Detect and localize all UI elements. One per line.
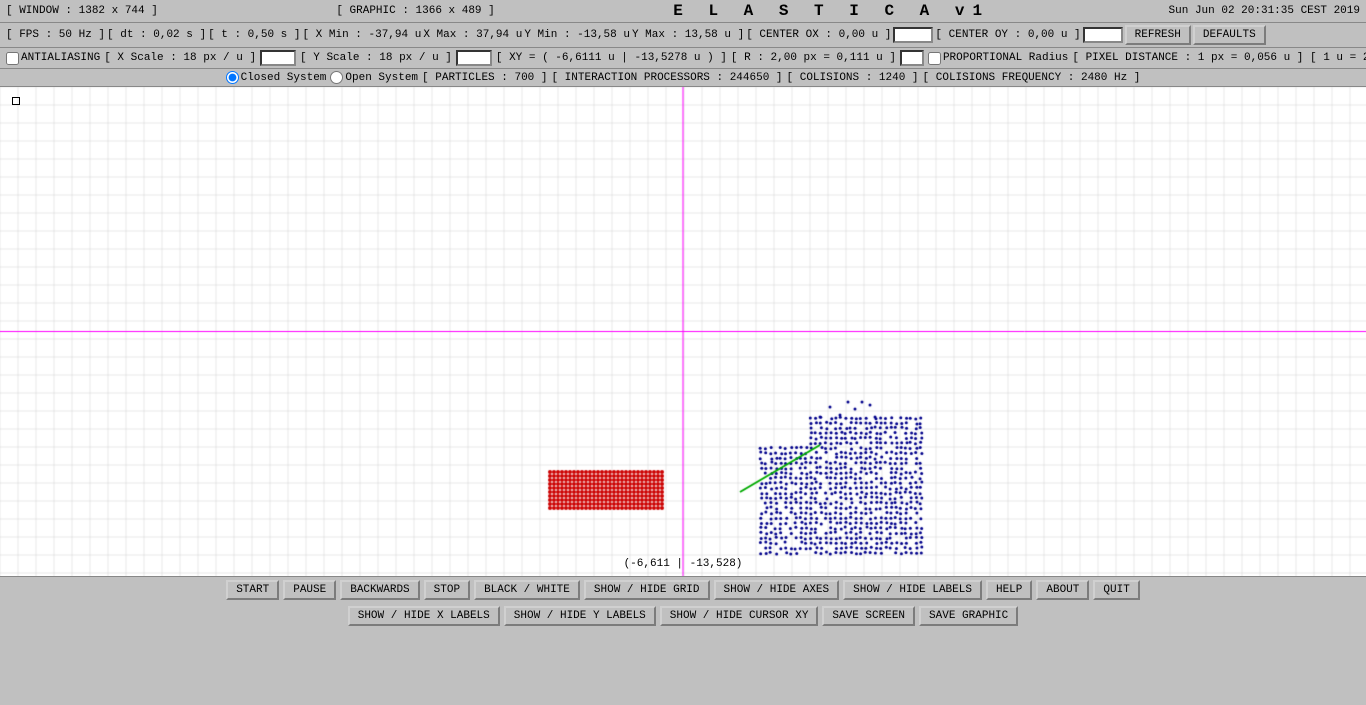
corner-indicator	[12, 97, 20, 105]
show-hide-cursor-xy-button[interactable]: SHOW / HIDE CURSOR XY	[660, 606, 819, 626]
center-oy-label: [ CENTER OY : 0,00 u ]	[935, 29, 1080, 41]
yscale-input[interactable]: 40	[456, 50, 492, 66]
datetime: Sun Jun 02 20:31:35 CEST 2019	[1169, 5, 1360, 17]
center-oy-input[interactable]	[1083, 27, 1123, 43]
show-hide-labels-button[interactable]: SHOW / HIDE LABELS	[843, 580, 982, 600]
ymax-label: Y Max : 13,58 u ]	[632, 29, 744, 41]
backwards-button[interactable]: BACKWARDS	[340, 580, 419, 600]
bottom-bar-1: START PAUSE BACKWARDS STOP BLACK / WHITE…	[0, 576, 1366, 603]
collisions-label: [ COLISIONS : 1240 ]	[787, 72, 919, 84]
top-bar: [ WINDOW : 1382 x 744 ] [ GRAPHIC : 1366…	[0, 0, 1366, 23]
simulation-area: (-6,611 | -13,528)	[0, 87, 1366, 576]
fps-label: [ FPS : 50 Hz ]	[6, 29, 105, 41]
xmax-label: X Max : 37,94 u	[423, 29, 522, 41]
black-white-button[interactable]: BLACK / WHITE	[474, 580, 580, 600]
xscale-input[interactable]: 40	[260, 50, 296, 66]
refresh-button[interactable]: REFRESH	[1125, 25, 1191, 45]
stats-bar: [ FPS : 50 Hz ] [ dt : 0,02 s ] [ t : 0,…	[0, 23, 1366, 48]
show-hide-y-labels-button[interactable]: SHOW / HIDE Y LABELS	[504, 606, 656, 626]
antialiasing-label[interactable]: ANTIALIASING	[6, 52, 100, 65]
stop-button[interactable]: STOP	[424, 580, 470, 600]
xy-label: [ XY = ( -6,6111 u | -13,5278 u ) ]	[496, 52, 727, 64]
closed-system-radio[interactable]	[226, 71, 239, 84]
start-button[interactable]: START	[226, 580, 279, 600]
show-hide-x-labels-button[interactable]: SHOW / HIDE X LABELS	[348, 606, 500, 626]
proportional-label[interactable]: PROPORTIONAL Radius	[928, 52, 1068, 65]
save-screen-button[interactable]: SAVE SCREEN	[822, 606, 915, 626]
r-input[interactable]: 2	[900, 50, 924, 66]
proportional-checkbox[interactable]	[928, 52, 941, 65]
app-title: E L A S T I C A v1	[673, 2, 990, 20]
help-button[interactable]: HELP	[986, 580, 1032, 600]
cursor-label: (-6,611 | -13,528)	[624, 558, 743, 570]
interaction-processors-label: [ INTERACTION PROCESSORS : 244650 ]	[551, 72, 782, 84]
pixel-dist-label: [ PIXEL DISTANCE : 1 px = 0,056 u ] [ 1 …	[1072, 52, 1366, 64]
window-info: [ WINDOW : 1382 x 744 ]	[6, 5, 158, 17]
quit-button[interactable]: QUIT	[1093, 580, 1139, 600]
center-ox-label: [ CENTER OX : 0,00 u ]	[746, 29, 891, 41]
antialiasing-checkbox[interactable]	[6, 52, 19, 65]
show-hide-axes-button[interactable]: SHOW / HIDE AXES	[714, 580, 840, 600]
t-label: [ t : 0,50 s ]	[208, 29, 300, 41]
save-graphic-button[interactable]: SAVE GRAPHIC	[919, 606, 1018, 626]
collisions-freq-label: [ COLISIONS FREQUENCY : 2480 Hz ]	[923, 72, 1141, 84]
bottom-bar-2: SHOW / HIDE X LABELS SHOW / HIDE Y LABEL…	[0, 603, 1366, 629]
closed-system-label[interactable]: Closed System	[226, 71, 327, 84]
particles-label: [ PARTICLES : 700 ]	[422, 72, 547, 84]
xscale-label: [ X Scale : 18 px / u ]	[104, 52, 256, 64]
yscale-label: [ Y Scale : 18 px / u ]	[300, 52, 452, 64]
system-bar: Closed System Open System [ PARTICLES : …	[0, 69, 1366, 87]
dt-label: [ dt : 0,02 s ]	[107, 29, 206, 41]
ymin-label: Y Min : -13,58 u	[524, 29, 630, 41]
center-ox-input[interactable]	[893, 27, 933, 43]
pause-button[interactable]: PAUSE	[283, 580, 336, 600]
r-label: [ R : 2,00 px = 0,111 u ]	[731, 52, 896, 64]
show-hide-grid-button[interactable]: SHOW / HIDE GRID	[584, 580, 710, 600]
about-button[interactable]: ABOUT	[1036, 580, 1089, 600]
xmin-label: [ X Min : -37,94 u	[302, 29, 421, 41]
simulation-canvas[interactable]	[0, 87, 1366, 576]
defaults-button[interactable]: DEFAULTS	[1193, 25, 1266, 45]
graphic-info: [ GRAPHIC : 1366 x 489 ]	[336, 5, 494, 17]
open-system-label[interactable]: Open System	[330, 71, 418, 84]
open-system-radio[interactable]	[330, 71, 343, 84]
scale-bar: ANTIALIASING [ X Scale : 18 px / u ] 40 …	[0, 48, 1366, 69]
